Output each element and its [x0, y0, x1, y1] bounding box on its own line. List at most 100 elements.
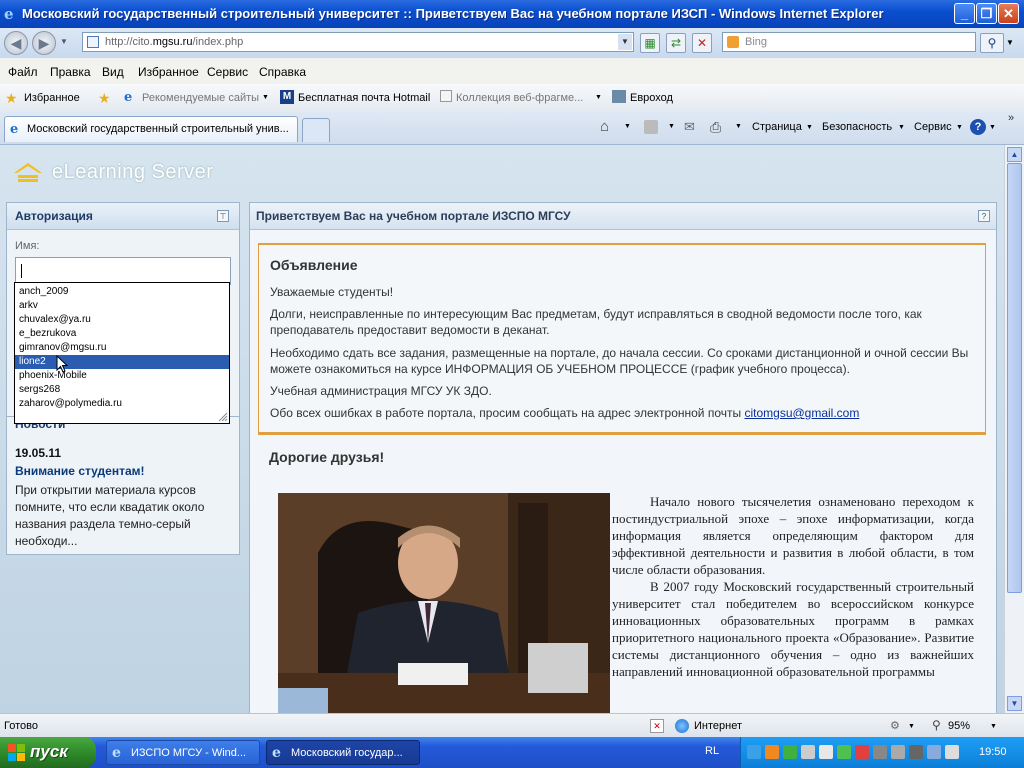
- maximize-button[interactable]: ❐: [976, 3, 997, 24]
- chevron-down-icon[interactable]: ▼: [898, 124, 905, 131]
- tray-app-icon[interactable]: [819, 745, 833, 759]
- safety-menu[interactable]: Безопасность: [822, 121, 892, 133]
- chevron-down-icon[interactable]: ▼: [806, 124, 813, 131]
- zoom-level[interactable]: 95%: [948, 720, 970, 732]
- minimize-button[interactable]: _: [954, 3, 975, 24]
- tab-label: Московский государственный строительный …: [27, 123, 289, 135]
- tray-app-icon[interactable]: [909, 745, 923, 759]
- popup-blocked-icon[interactable]: ✕: [650, 719, 664, 733]
- fav-link-web-slices[interactable]: Коллекция веб-фрагме...: [456, 92, 583, 104]
- add-favorite-icon[interactable]: ★: [98, 90, 111, 107]
- menu-favorites[interactable]: Избранное: [138, 65, 199, 79]
- back-button[interactable]: ◀: [4, 31, 28, 55]
- chevron-down-icon[interactable]: ▼: [990, 723, 997, 730]
- chevron-down-icon[interactable]: ▼: [735, 123, 742, 130]
- tray-bluetooth-icon[interactable]: [747, 745, 761, 759]
- search-options-icon[interactable]: ▼: [1006, 38, 1014, 47]
- vertical-scrollbar[interactable]: ▲ ▼: [1004, 145, 1024, 713]
- close-button[interactable]: ✕: [998, 3, 1019, 24]
- address-dropdown-icon[interactable]: ▼: [618, 34, 632, 50]
- tools-menu[interactable]: Сервис: [914, 121, 952, 133]
- suggestion-item[interactable]: anch_2009: [15, 285, 229, 299]
- help-icon[interactable]: ?: [970, 119, 986, 135]
- tray-app-icon[interactable]: [801, 745, 815, 759]
- announcement-p3: Необходимо сдать все задания, размещенны…: [270, 346, 969, 376]
- help-pin-icon[interactable]: ?: [978, 210, 990, 222]
- tray-app-icon[interactable]: [927, 745, 941, 759]
- chevron-down-icon[interactable]: ▼: [624, 123, 631, 130]
- favorites-button[interactable]: Избранное: [24, 92, 80, 104]
- menu-file[interactable]: Файл: [8, 65, 38, 79]
- chevron-down-icon[interactable]: ▼: [956, 124, 963, 131]
- pin-icon[interactable]: ⊤: [217, 210, 229, 222]
- menu-view[interactable]: Вид: [102, 65, 124, 79]
- mail-icon[interactable]: ✉: [684, 119, 695, 135]
- history-dropdown-icon[interactable]: ▼: [60, 37, 68, 46]
- tray-app-icon[interactable]: [765, 745, 779, 759]
- announcement-box: Объявление Уважаемые студенты! Долги, не…: [258, 243, 986, 433]
- ie-tab-icon: e: [10, 122, 19, 137]
- fav-link-hotmail[interactable]: Бесплатная почта Hotmail: [298, 92, 430, 104]
- address-bar[interactable]: http://cito.mgsu.ru/index.php ▼: [82, 32, 634, 52]
- suggestion-item[interactable]: sergs268: [15, 383, 229, 397]
- tray-network-icon[interactable]: [891, 745, 905, 759]
- protected-mode-icon[interactable]: ⚙: [890, 719, 900, 732]
- menu-tools[interactable]: Сервис: [207, 65, 248, 79]
- tray-app-icon[interactable]: [837, 745, 851, 759]
- new-tab-button[interactable]: [302, 118, 330, 142]
- scroll-thumb[interactable]: [1007, 163, 1022, 593]
- tray-app-icon[interactable]: [855, 745, 869, 759]
- chevron-down-icon[interactable]: ▼: [989, 124, 996, 131]
- language-indicator[interactable]: RL: [705, 745, 719, 757]
- start-button[interactable]: пуск: [0, 737, 96, 768]
- news-headline[interactable]: Внимание студентам!: [15, 464, 145, 478]
- menu-help[interactable]: Справка: [259, 65, 306, 79]
- search-box[interactable]: Bing: [722, 32, 976, 52]
- suggestion-item[interactable]: phoenix-Mobile: [15, 369, 229, 383]
- feeds-icon[interactable]: [644, 120, 658, 134]
- chevron-down-icon[interactable]: ▼: [908, 723, 915, 730]
- ie-task-icon: e: [272, 745, 281, 761]
- print-icon[interactable]: ⎙: [710, 119, 721, 136]
- suggestion-item[interactable]: e_bezrukova: [15, 327, 229, 341]
- tab-active[interactable]: e Московский государственный строительны…: [4, 116, 298, 142]
- chevron-down-icon[interactable]: ▼: [668, 123, 675, 130]
- forward-button[interactable]: ▶: [32, 31, 56, 55]
- username-input[interactable]: [15, 257, 231, 285]
- suggestion-item-selected[interactable]: lione2: [15, 355, 229, 369]
- taskbar-item-label: Московский государ...: [291, 747, 403, 759]
- menu-edit[interactable]: Правка: [50, 65, 91, 79]
- clock[interactable]: 19:50: [979, 746, 1007, 758]
- start-label: пуск: [30, 742, 68, 761]
- tray-app-icon[interactable]: [945, 745, 959, 759]
- scroll-down-icon[interactable]: ▼: [1007, 696, 1022, 711]
- suggestion-item[interactable]: chuvalex@ya.ru: [15, 313, 229, 327]
- chevron-down-icon[interactable]: ▼: [595, 94, 602, 101]
- window-title-bar[interactable]: e Московский государственный строительны…: [0, 0, 1024, 28]
- scroll-up-icon[interactable]: ▲: [1007, 147, 1022, 162]
- autocomplete-dropdown: anch_2009 arkv chuvalex@ya.ru e_bezrukov…: [14, 282, 230, 424]
- page-menu[interactable]: Страница: [752, 121, 802, 133]
- taskbar-item-active[interactable]: e Московский государ...: [266, 740, 420, 765]
- suggestion-item[interactable]: gimranov@mgsu.ru: [15, 341, 229, 355]
- suggestion-item[interactable]: arkv: [15, 299, 229, 313]
- taskbar-item[interactable]: e ИЗСПО МГСУ - Wind...: [106, 740, 260, 765]
- stop-icon[interactable]: ✕: [692, 33, 712, 53]
- compatibility-icon[interactable]: ▦: [640, 33, 660, 53]
- zoom-icon[interactable]: ⚲: [932, 718, 941, 732]
- refresh-icon[interactable]: ⇄: [666, 33, 686, 53]
- search-icon[interactable]: ⚲: [980, 33, 1004, 53]
- resize-grip-icon[interactable]: [218, 412, 228, 422]
- eurohod-icon: [612, 90, 626, 103]
- more-commands-icon[interactable]: »: [1008, 112, 1014, 124]
- tray-volume-icon[interactable]: [873, 745, 887, 759]
- fav-link-eurohod[interactable]: Евроход: [630, 92, 673, 104]
- home-icon[interactable]: ⌂: [600, 118, 609, 135]
- fav-link-suggested-sites[interactable]: Рекомендуемые сайты: [142, 92, 259, 104]
- contact-email-link[interactable]: citomgsu@gmail.com: [744, 406, 859, 420]
- system-tray: 19:50: [740, 737, 1024, 768]
- tray-app-icon[interactable]: [783, 745, 797, 759]
- suggestion-item[interactable]: zaharov@polymedia.ru: [15, 397, 229, 411]
- chevron-down-icon[interactable]: ▼: [262, 94, 269, 101]
- security-zone[interactable]: Интернет: [694, 720, 742, 732]
